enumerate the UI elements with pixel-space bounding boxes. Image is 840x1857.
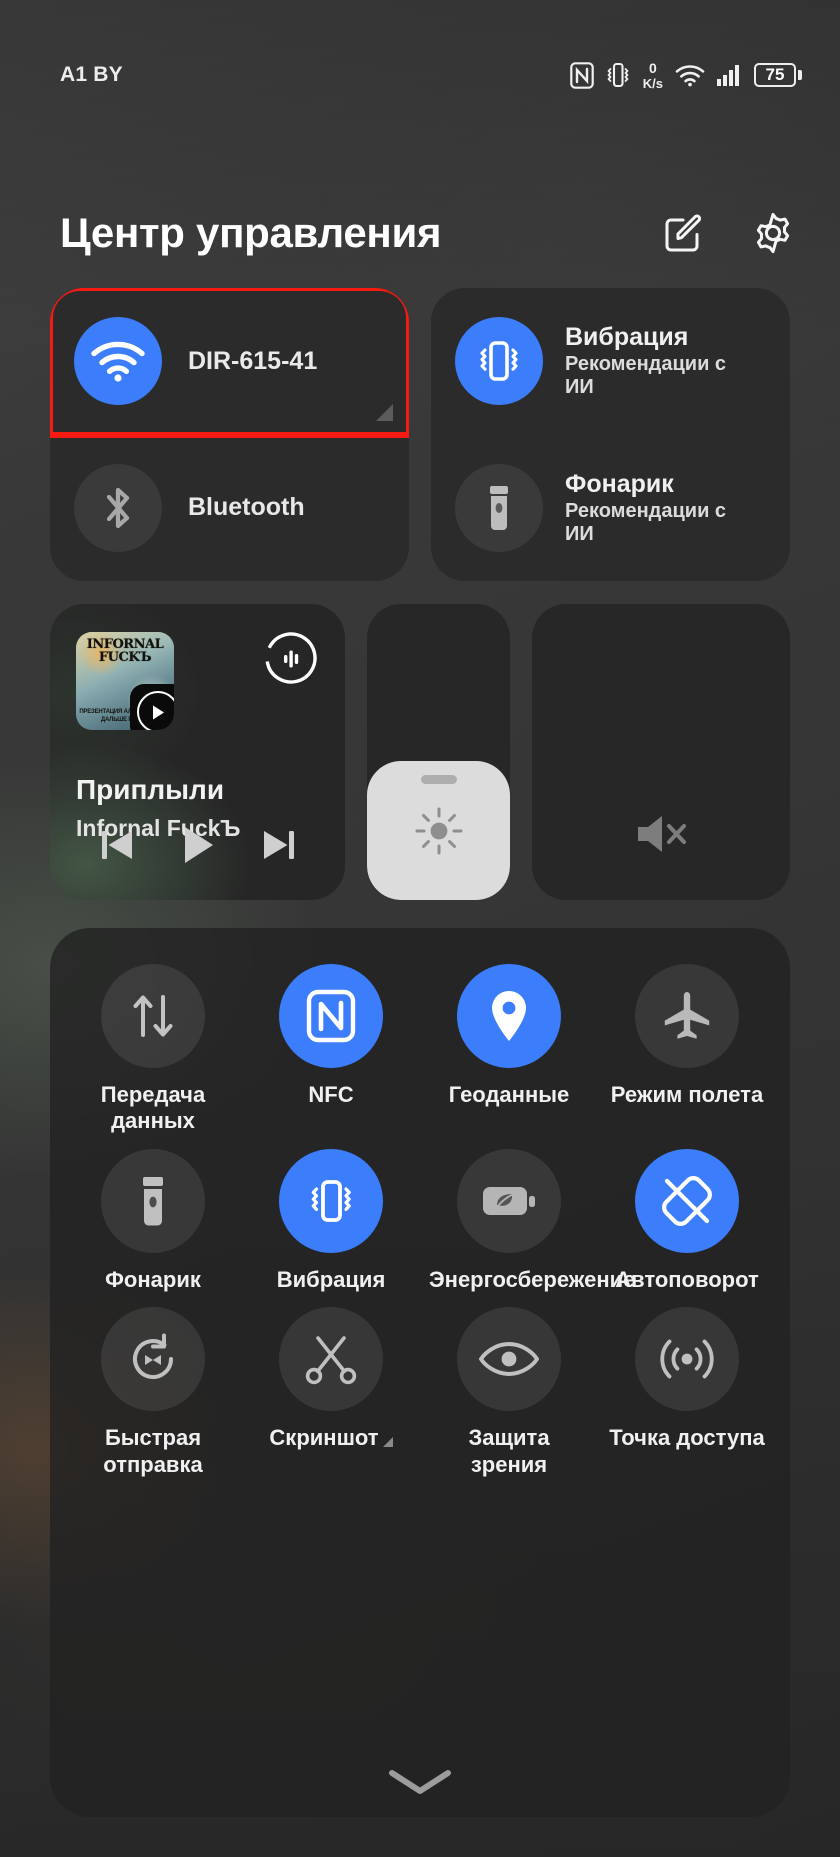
quick-tile-battery-saver[interactable]: Энергосбережение xyxy=(420,1148,636,1293)
quick-tile-label: Геоданные xyxy=(448,1082,570,1107)
data-transfer-icon xyxy=(101,964,205,1068)
page-title: Центр управления xyxy=(60,209,442,256)
connectivity-card: DIR-615-41 Bluetooth xyxy=(50,288,409,581)
recommendation-title: Вибрация xyxy=(565,323,689,352)
recommendation-subtitle: Рекомендации с ИИ xyxy=(565,353,727,399)
wifi-ssid-label: DIR-615-41 xyxy=(188,346,318,375)
settings-gear-icon[interactable] xyxy=(750,210,796,256)
recommendation-subtitle: Рекомендации с ИИ xyxy=(565,499,727,545)
battery-cap xyxy=(798,70,802,80)
next-track-button[interactable] xyxy=(248,814,310,876)
quick-tile-auto-rotate[interactable]: Автоповорот xyxy=(598,1148,776,1293)
quick-tile-label: Передача данных xyxy=(100,1082,206,1134)
airplane-icon xyxy=(635,964,739,1068)
eye-comfort-icon xyxy=(457,1307,561,1412)
carrier-label: A1 BY xyxy=(60,63,123,86)
wifi-status-icon xyxy=(675,64,705,87)
quick-tile-vibration[interactable]: Вибрация xyxy=(242,1148,420,1293)
battery-level-label: 75 xyxy=(754,63,796,87)
bluetooth-toggle[interactable]: Bluetooth xyxy=(50,435,409,582)
quick-tile-label: NFC xyxy=(308,1082,354,1107)
quick-tile-airplane-mode[interactable]: Режим полета xyxy=(598,964,776,1135)
quick-share-icon xyxy=(101,1307,205,1412)
vibration-icon xyxy=(455,317,543,406)
location-icon xyxy=(457,964,561,1068)
album-art: INFORNAL FUCKЪ ПРЕЗЕНТАЦИЯ АЛЬБОМА «ЧЕМ … xyxy=(76,632,174,730)
album-play-overlay-icon[interactable] xyxy=(130,684,174,730)
media-and-sliders-row: INFORNAL FUCKЪ ПРЕЗЕНТАЦИЯ АЛЬБОМА «ЧЕМ … xyxy=(50,604,790,900)
volume-slider[interactable] xyxy=(532,604,790,900)
quick-tile-label: Автоповорот xyxy=(615,1266,759,1292)
recommendation-texts: Фонарик Рекомендации с ИИ xyxy=(565,470,740,546)
status-bar: A1 BY 0 K/s 75 xyxy=(0,0,840,150)
quick-tile-hotspot[interactable]: Точка доступа xyxy=(598,1307,776,1478)
wifi-icon xyxy=(74,317,162,406)
play-ring xyxy=(137,691,174,730)
quick-tile-label: Фонарик xyxy=(105,1266,201,1292)
brightness-icon xyxy=(413,805,465,857)
nfc-icon xyxy=(279,964,383,1068)
play-button[interactable] xyxy=(167,814,229,876)
quick-tile-label: Скриншот xyxy=(251,1425,411,1451)
recommendation-texts: Вибрация Рекомендации с ИИ xyxy=(565,323,740,399)
wifi-expand-indicator[interactable] xyxy=(376,403,393,421)
previous-track-button[interactable] xyxy=(86,814,148,876)
network-speed-unit: K/s xyxy=(642,75,663,91)
flashlight-icon xyxy=(455,463,543,552)
media-controls xyxy=(76,814,319,876)
recommendations-card: Вибрация Рекомендации с ИИ Фонарик Реком… xyxy=(431,288,790,581)
quick-settings-panel: Передача данных NFC Геоданные Режим поле… xyxy=(50,928,790,1817)
collapse-handle[interactable] xyxy=(50,1767,790,1797)
edit-icon[interactable] xyxy=(660,210,706,256)
header-actions xyxy=(660,210,796,256)
status-icons: 0 K/s 75 xyxy=(569,61,802,90)
quick-tile-location[interactable]: Геоданные xyxy=(420,964,598,1135)
quick-tile-label: Режим полета xyxy=(610,1082,764,1107)
quick-tile-label: Вибрация xyxy=(276,1266,386,1292)
bluetooth-label: Bluetooth xyxy=(188,493,305,522)
quick-tile-nfc[interactable]: NFC xyxy=(242,964,420,1135)
connectivity-row: DIR-615-41 Bluetooth Вибрация Рекомендац… xyxy=(50,288,790,581)
screenshot-icon xyxy=(279,1307,383,1412)
media-track-title: Приплыли xyxy=(76,774,225,805)
wifi-toggle[interactable]: DIR-615-41 xyxy=(50,288,409,438)
recommendation-vibration[interactable]: Вибрация Рекомендации с ИИ xyxy=(431,288,790,435)
brightness-slider-handle[interactable] xyxy=(420,774,457,784)
screenshot-expander-icon[interactable] xyxy=(382,1437,393,1448)
battery-indicator: 75 xyxy=(754,63,802,87)
hotspot-icon xyxy=(635,1307,739,1412)
quick-tile-screenshot[interactable]: Скриншот xyxy=(242,1307,420,1478)
control-center-header: Центр управления xyxy=(0,178,840,288)
quick-tile-label: Быстрая отправка xyxy=(103,1425,203,1477)
cast-audio-icon[interactable] xyxy=(263,630,319,686)
quick-tile-label: Энергосбережение xyxy=(429,1266,636,1292)
battery-saver-icon xyxy=(457,1148,561,1253)
volume-muted-icon xyxy=(632,808,690,860)
recommendation-title: Фонарик xyxy=(565,469,674,498)
recommendation-flashlight[interactable]: Фонарик Рекомендации с ИИ xyxy=(431,435,790,582)
control-center-screen: A1 BY 0 K/s 75 Центр управления DIR-615-… xyxy=(0,0,840,1857)
quick-tile-label: Защита зрения xyxy=(468,1425,550,1477)
nfc-icon xyxy=(569,61,594,89)
quick-tile-label: Точка доступа xyxy=(609,1425,765,1451)
quick-tile-flashlight[interactable]: Фонарик xyxy=(64,1148,242,1293)
brightness-slider[interactable] xyxy=(367,604,510,900)
bluetooth-icon xyxy=(74,463,162,552)
flashlight-icon xyxy=(101,1148,205,1253)
network-speed-value: 0 xyxy=(648,59,657,76)
media-player-card[interactable]: INFORNAL FUCKЪ ПРЕЗЕНТАЦИЯ АЛЬБОМА «ЧЕМ … xyxy=(50,604,345,900)
quick-tile-data-transfer[interactable]: Передача данных xyxy=(64,964,242,1135)
quick-tile-eye-comfort[interactable]: Защита зрения xyxy=(420,1307,598,1478)
album-band-name: INFORNAL FUCKЪ xyxy=(86,637,164,665)
quick-settings-grid: Передача данных NFC Геоданные Режим поле… xyxy=(64,964,776,1478)
vibration-status-icon xyxy=(605,61,631,89)
network-speed-indicator: 0 K/s xyxy=(643,61,663,90)
vibration-icon xyxy=(279,1148,383,1253)
auto-rotate-icon xyxy=(635,1148,739,1253)
cellular-signal-icon xyxy=(716,63,743,87)
quick-tile-quick-share[interactable]: Быстрая отправка xyxy=(64,1307,242,1478)
quick-tile-label-text: Скриншот xyxy=(269,1425,379,1451)
